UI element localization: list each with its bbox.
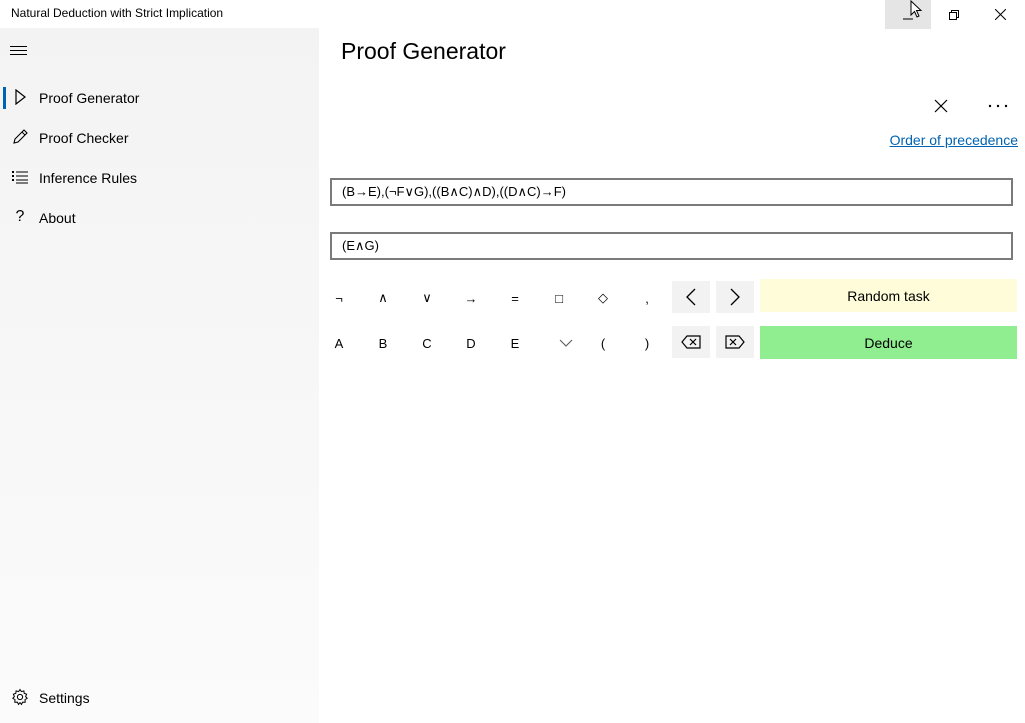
key-comma[interactable]: , (628, 282, 666, 314)
hamburger-menu-button[interactable] (10, 40, 30, 60)
more-variables-dropdown[interactable] (547, 327, 585, 359)
chevron-down-icon (559, 339, 573, 347)
window-title: Natural Deduction with Strict Implicatio… (11, 6, 224, 20)
list-icon (11, 168, 29, 186)
mouse-cursor-icon (910, 0, 923, 18)
sidebar-item-label: Inference Rules (39, 170, 138, 186)
key-variable-d[interactable]: D (452, 327, 490, 359)
key-variable-b[interactable]: B (364, 327, 402, 359)
close-icon (994, 9, 1006, 20)
key-and[interactable]: ∧ (364, 282, 402, 314)
key-open-paren[interactable]: ( (584, 327, 622, 359)
key-variable-e[interactable]: E (496, 327, 534, 359)
key-variable-a[interactable]: A (320, 327, 358, 359)
key-box[interactable]: □ (540, 282, 578, 314)
restore-button[interactable] (931, 0, 977, 29)
clear-button[interactable] (931, 96, 951, 116)
sidebar-item-settings[interactable]: Settings (0, 678, 319, 718)
close-icon (934, 99, 948, 113)
key-close-paren[interactable]: ) (628, 327, 666, 359)
random-task-button[interactable]: Random task (760, 279, 1017, 312)
sidebar-item-proof-generator[interactable]: Proof Generator (0, 78, 319, 118)
cursor-right-button[interactable] (716, 281, 754, 313)
sidebar-item-label: Proof Checker (39, 130, 129, 146)
key-equals[interactable]: = (496, 282, 534, 314)
cursor-left-button[interactable] (672, 281, 710, 313)
gear-icon (11, 688, 29, 706)
chevron-right-icon (730, 288, 740, 306)
key-implies[interactable]: → (452, 282, 490, 314)
hamburger-icon (10, 46, 27, 55)
deduce-button[interactable]: Deduce (760, 326, 1017, 359)
order-of-precedence-link[interactable]: Order of precedence (890, 132, 1018, 148)
sidebar-item-label: Settings (39, 690, 90, 706)
question-icon: ? (15, 208, 25, 225)
conclusion-input[interactable]: (E∧G) (330, 232, 1013, 260)
sidebar-item-inference-rules[interactable]: Inference Rules (0, 158, 319, 198)
selection-indicator (3, 87, 6, 109)
play-outline-icon (11, 88, 29, 106)
main-content: Proof Generator Order of precedence (B→E… (319, 28, 1025, 723)
delete-forward-icon (725, 335, 745, 349)
sidebar-item-proof-checker[interactable]: Proof Checker (0, 118, 319, 158)
restore-icon (949, 9, 959, 20)
page-title: Proof Generator (341, 38, 506, 64)
close-window-button[interactable] (977, 0, 1023, 29)
backspace-icon (681, 335, 701, 349)
minimize-button[interactable] (885, 0, 931, 29)
key-or[interactable]: ∨ (408, 282, 446, 314)
premises-input[interactable]: (B→E),(¬F∨G),((B∧C)∧D),((D∧C)→F) (330, 178, 1013, 206)
navigation-pane: Proof Generator Proof Checker Inference … (0, 28, 319, 723)
more-options-button[interactable] (987, 96, 1013, 116)
key-variable-c[interactable]: C (408, 327, 446, 359)
pencil-icon (11, 128, 29, 146)
more-icon (988, 104, 1008, 108)
sidebar-item-label: Proof Generator (39, 90, 140, 106)
chevron-left-icon (686, 288, 696, 306)
delete-forward-button[interactable] (716, 326, 754, 358)
sidebar-item-label: About (39, 210, 76, 226)
title-bar: Natural Deduction with Strict Implicatio… (0, 0, 1025, 29)
key-negation[interactable]: ¬ (320, 282, 358, 314)
sidebar-item-about[interactable]: ? About (0, 198, 319, 238)
key-diamond[interactable]: ◇ (584, 282, 622, 314)
backspace-button[interactable] (672, 326, 710, 358)
